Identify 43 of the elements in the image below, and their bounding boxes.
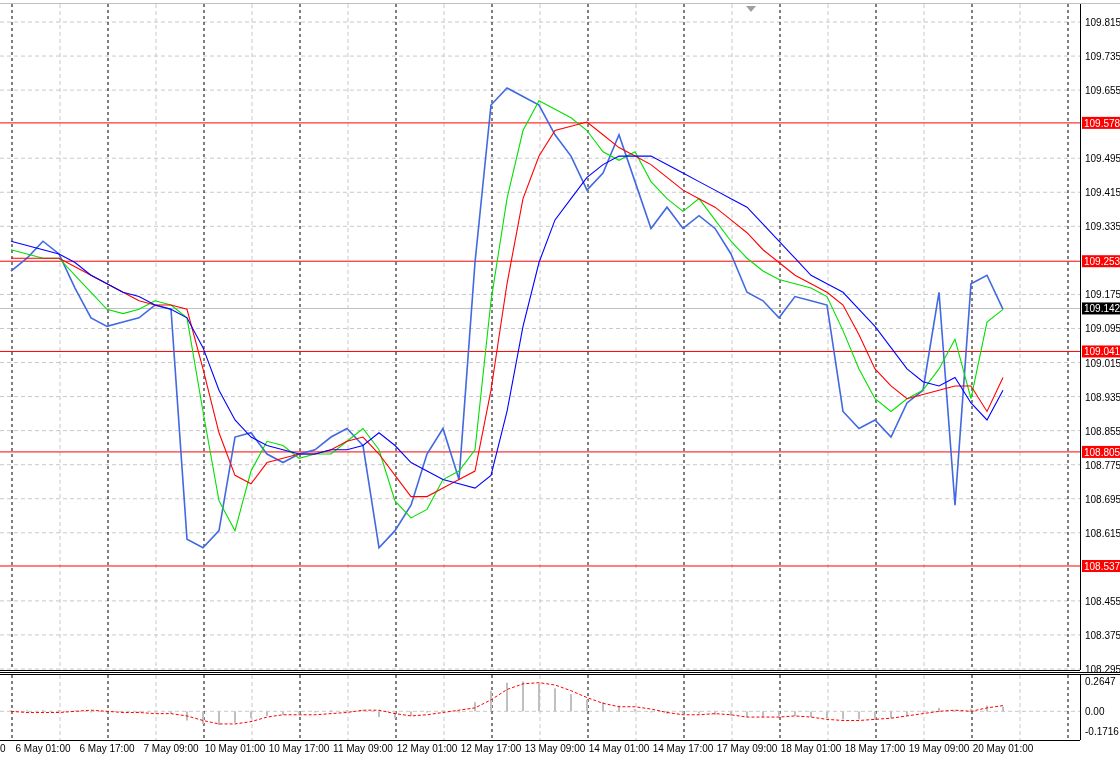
time-axis-label: 14 May 17:00 <box>652 743 714 754</box>
time-axis-label: 18 May 01:00 <box>780 743 842 754</box>
time-axis-label: 10 May 01:00 <box>204 743 266 754</box>
price-level-label: 109.142 <box>1082 302 1120 315</box>
price-axis-label: 109.175 <box>1085 289 1120 301</box>
price-level-label: 109.041 <box>1082 345 1120 358</box>
price-axis-label: 109.415 <box>1085 187 1120 199</box>
time-axis-label: 7 May 09:00 <box>143 743 199 754</box>
oscillator-axis-label: -0.1716 <box>1085 726 1119 737</box>
time-axis-label: 11 May 09:00 <box>333 743 393 754</box>
time-axis-label: 12 May 17:00 <box>460 743 522 754</box>
price-level-label: 108.805 <box>1082 445 1120 458</box>
price-axis-label: 108.375 <box>1085 629 1120 641</box>
time-axis-label: 6 May 01:00 <box>15 743 71 754</box>
oscillator-axis-label: 0.2647 <box>1085 676 1116 687</box>
price-axis-label: 108.855 <box>1085 425 1120 437</box>
price-axis-label: 109.655 <box>1085 85 1120 97</box>
price-axis-label: 108.695 <box>1085 493 1120 505</box>
price-axis-label: 108.615 <box>1085 527 1120 539</box>
time-axis-label: 18 May 17:00 <box>844 743 906 754</box>
price-axis-label: 109.015 <box>1085 357 1120 369</box>
oscillator-axis-label: 0.00 <box>1085 706 1105 718</box>
price-axis-label: 108.935 <box>1085 391 1120 403</box>
price-axis-label: 108.775 <box>1085 459 1120 471</box>
shift-marker-icon[interactable] <box>746 6 756 12</box>
time-axis-label: 17 May 09:00 <box>716 743 778 754</box>
time-axis-label: 19 May 09:00 <box>908 743 970 754</box>
price-axis-label: 109.735 <box>1085 51 1120 63</box>
price-axis-label: 109.495 <box>1085 153 1120 165</box>
price-axis-label: 109.815 <box>1085 17 1120 28</box>
time-axis-label: 20 May 01:00 <box>972 743 1034 754</box>
price-level-label: 109.253 <box>1082 255 1120 268</box>
time-axis-label: 10 May 17:00 <box>268 743 330 754</box>
price-level-label: 109.578 <box>1082 116 1120 129</box>
time-axis-label: 6 May 17:00 <box>79 743 135 754</box>
time-axis-label: 14 May 01:00 <box>588 743 650 754</box>
price-axis-label: 109.335 <box>1085 221 1120 233</box>
price-level-label: 108.537 <box>1082 560 1120 572</box>
time-axis-label: 0 <box>0 743 6 754</box>
price-axis-label: 109.095 <box>1085 323 1120 335</box>
price-axis-label: 108.455 <box>1085 595 1120 607</box>
time-axis-label: 13 May 09:00 <box>524 743 586 754</box>
time-axis-label: 12 May 01:00 <box>396 743 458 754</box>
